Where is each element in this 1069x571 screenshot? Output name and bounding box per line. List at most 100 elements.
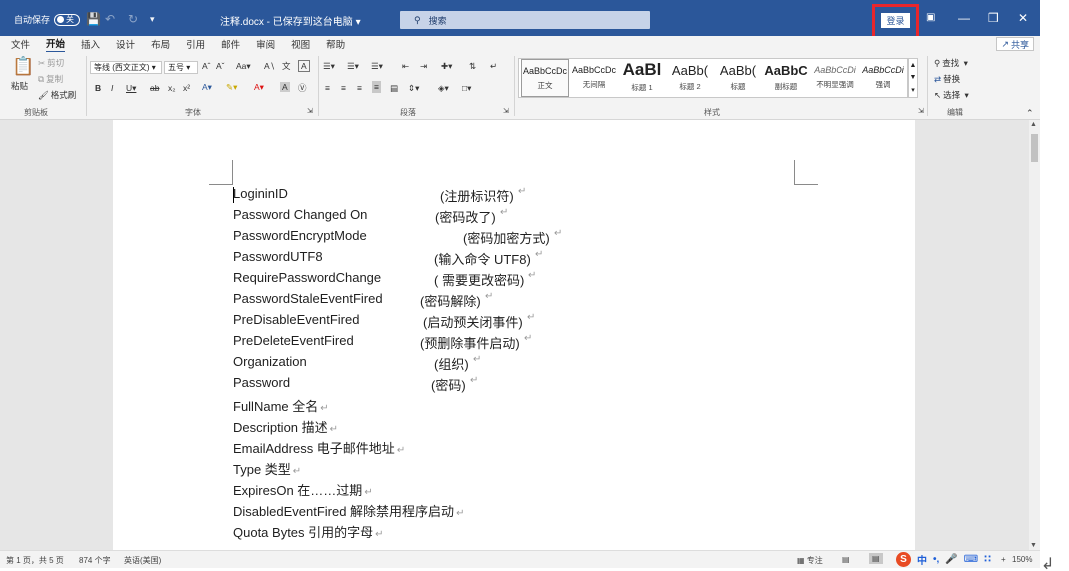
text-effects-icon[interactable]: A▾ <box>202 82 212 93</box>
document-line[interactable]: FullName 全名 ↵ <box>233 396 329 416</box>
increase-indent-icon[interactable]: ⇥ <box>420 61 427 72</box>
save-icon[interactable]: 💾 <box>86 12 101 26</box>
decrease-indent-icon[interactable]: ⇤ <box>402 61 409 72</box>
align-right-icon[interactable]: ≡ <box>357 83 362 93</box>
search-box[interactable]: ⚲ 搜索 <box>400 11 650 29</box>
login-button[interactable]: 登录 <box>881 13 910 28</box>
copy-button[interactable]: ⧉ 复制 <box>38 73 63 85</box>
character-shading-icon[interactable]: A <box>280 82 290 92</box>
highlight-color-icon[interactable]: ✎▾ <box>226 82 237 93</box>
ime-punctuation-icon[interactable]: •, <box>933 554 939 565</box>
style-subtitle[interactable]: AaBbC 副标题 <box>762 59 810 97</box>
format-painter-button[interactable]: 🖌 格式刷 <box>38 89 76 101</box>
tab-design[interactable]: 设计 <box>116 37 135 51</box>
ime-microphone-icon[interactable]: 🎤 <box>945 554 957 565</box>
sort-icon[interactable]: ⇅ <box>469 61 476 72</box>
tab-insert[interactable]: 插入 <box>81 37 100 51</box>
document-line[interactable]: Password Changed On (密码改了) ↵ <box>233 207 508 227</box>
style-no-spacing[interactable]: AaBbCcDc 无间隔 <box>570 59 618 97</box>
ime-chinese-mode-icon[interactable]: 中 <box>917 552 927 567</box>
phonetic-guide-icon[interactable]: 文 <box>282 60 291 72</box>
document-line[interactable]: PreDisableEventFired (启动预关闭事件) ↵ <box>233 312 535 332</box>
font-color-icon[interactable]: A▾ <box>254 82 264 93</box>
tab-view[interactable]: 视图 <box>291 37 310 51</box>
tab-references[interactable]: 引用 <box>186 37 205 51</box>
document-line[interactable]: Quota Bytes 引用的字母 ↵ <box>233 522 384 542</box>
numbering-icon[interactable]: ☰▾ <box>347 61 359 72</box>
style-normal[interactable]: AaBbCcDc 正文 <box>521 59 569 97</box>
font-size-combo[interactable]: 五号 ▾ <box>164 61 198 74</box>
align-left-icon[interactable]: ≡ <box>325 83 330 93</box>
ime-toolbox-icon[interactable]: ∷ <box>984 554 991 565</box>
select-button[interactable]: ↖ 选择 ▾ <box>934 89 969 101</box>
document-line[interactable]: PreDeleteEventFired (预删除事件启动) ↵ <box>233 333 532 353</box>
document-line[interactable]: DisabledEventFired 解除禁用程序启动 ↵ <box>233 501 464 521</box>
shrink-font-icon[interactable]: Aˇ <box>216 61 225 71</box>
italic-icon[interactable]: I <box>111 83 113 93</box>
bullets-icon[interactable]: ☰▾ <box>323 61 335 72</box>
chinese-layout-icon[interactable]: ✚▾ <box>441 61 452 72</box>
scroll-down-icon[interactable]: ▼ <box>1030 542 1037 549</box>
document-line[interactable]: LogininID (注册标识符) ↵ <box>233 186 526 206</box>
document-line[interactable]: PasswordStaleEventFired (密码解除) ↵ <box>233 291 493 311</box>
customize-toolbar-icon[interactable]: ▾ <box>150 14 155 25</box>
share-button[interactable]: ↗ 共享 <box>996 37 1034 51</box>
character-border-icon[interactable]: A <box>298 60 310 72</box>
distributed-icon[interactable]: ▤ <box>390 83 398 94</box>
document-line[interactable]: ExpiresOn 在……过期 ↵ <box>233 480 373 500</box>
justify-icon[interactable]: ≡ <box>372 81 381 93</box>
document-line[interactable]: Description 描述 ↵ <box>233 417 338 437</box>
bold-icon[interactable]: B <box>95 83 101 93</box>
chevron-down-icon[interactable]: ▼ <box>910 74 917 81</box>
tab-file[interactable]: 文件 <box>11 37 30 51</box>
cut-button[interactable]: ✂ 剪切 <box>38 57 64 69</box>
align-center-icon[interactable]: ≡ <box>341 83 346 93</box>
scroll-up-icon[interactable]: ▲ <box>1030 121 1037 128</box>
tab-home[interactable]: 开始 <box>46 36 66 53</box>
enclosed-character-icon[interactable]: Ⓥ <box>298 82 307 94</box>
paste-icon[interactable]: 📋 <box>12 56 34 77</box>
sogou-ime-logo-icon[interactable]: S <box>896 552 911 567</box>
gallery-more-icon[interactable]: ▾ <box>911 86 915 94</box>
tab-mailings[interactable]: 邮件 <box>221 37 240 51</box>
focus-mode-button[interactable]: ▦ 专注 <box>797 555 823 566</box>
document-line[interactable]: PasswordUTF8 (输入命令 UTF8) ↵ <box>233 249 543 269</box>
document-line[interactable]: RequirePasswordChange ( 需要更改密码) ↵ <box>233 270 536 290</box>
show-formatting-marks-icon[interactable]: ↵ <box>490 61 497 72</box>
close-icon[interactable]: ✕ <box>1018 11 1028 25</box>
subscript-icon[interactable]: x₂ <box>168 83 176 93</box>
zoom-in-icon[interactable]: + <box>1001 555 1006 564</box>
document-line[interactable]: EmailAddress 电子邮件地址 ↵ <box>233 438 405 458</box>
ribbon-display-options-icon[interactable]: ▣ <box>926 12 935 23</box>
strikethrough-icon[interactable]: ab <box>150 83 159 93</box>
language-indicator[interactable]: 英语(美国) <box>124 555 161 566</box>
clear-format-icon[interactable]: A∖ <box>264 61 275 72</box>
style-heading-1[interactable]: AaBl 标题 1 <box>618 59 666 97</box>
zoom-level[interactable]: 150% <box>1012 555 1032 564</box>
style-emphasis[interactable]: AaBbCcDi 强调 <box>859 59 907 97</box>
maximize-icon[interactable]: ❒ <box>988 11 999 25</box>
undo-icon[interactable]: ↶ <box>105 12 115 26</box>
document-line[interactable]: Organization (组织) ↵ <box>233 354 481 374</box>
document-line[interactable]: PasswordEncryptMode (密码加密方式) ↵ <box>233 228 562 248</box>
chevron-up-icon[interactable]: ▲ <box>910 62 917 69</box>
borders-icon[interactable]: □▾ <box>462 83 471 94</box>
multilevel-list-icon[interactable]: ☰▾ <box>371 61 383 72</box>
document-title[interactable]: 注释.docx - 已保存到这台电脑 ▾ <box>220 13 361 28</box>
change-case-icon[interactable]: Aa▾ <box>236 61 251 72</box>
styles-dialog-launcher-icon[interactable]: ⇲ <box>918 107 924 115</box>
document-line[interactable]: Type 类型 ↵ <box>233 459 301 479</box>
grow-font-icon[interactable]: Aˆ <box>202 61 211 71</box>
shading-icon[interactable]: ◈▾ <box>438 83 449 94</box>
style-heading-2[interactable]: AaBb(标题 2 <box>666 59 714 97</box>
styles-gallery-scroll[interactable]: ▲ ▼ ▾ <box>908 58 918 98</box>
font-name-combo[interactable]: 等线 (西文正文) ▾ <box>90 61 162 74</box>
ime-keyboard-icon[interactable]: ⌨ <box>964 554 978 565</box>
tab-help[interactable]: 帮助 <box>326 37 345 51</box>
page-count[interactable]: 第 1 页，共 5 页 <box>6 555 64 566</box>
superscript-icon[interactable]: x² <box>183 83 190 93</box>
tab-layout[interactable]: 布局 <box>151 37 170 51</box>
collapse-ribbon-icon[interactable]: ⌃ <box>1026 108 1034 119</box>
paragraph-dialog-launcher-icon[interactable]: ⇲ <box>503 107 509 115</box>
find-button[interactable]: ⚲ 查找 ▾ <box>934 57 968 69</box>
